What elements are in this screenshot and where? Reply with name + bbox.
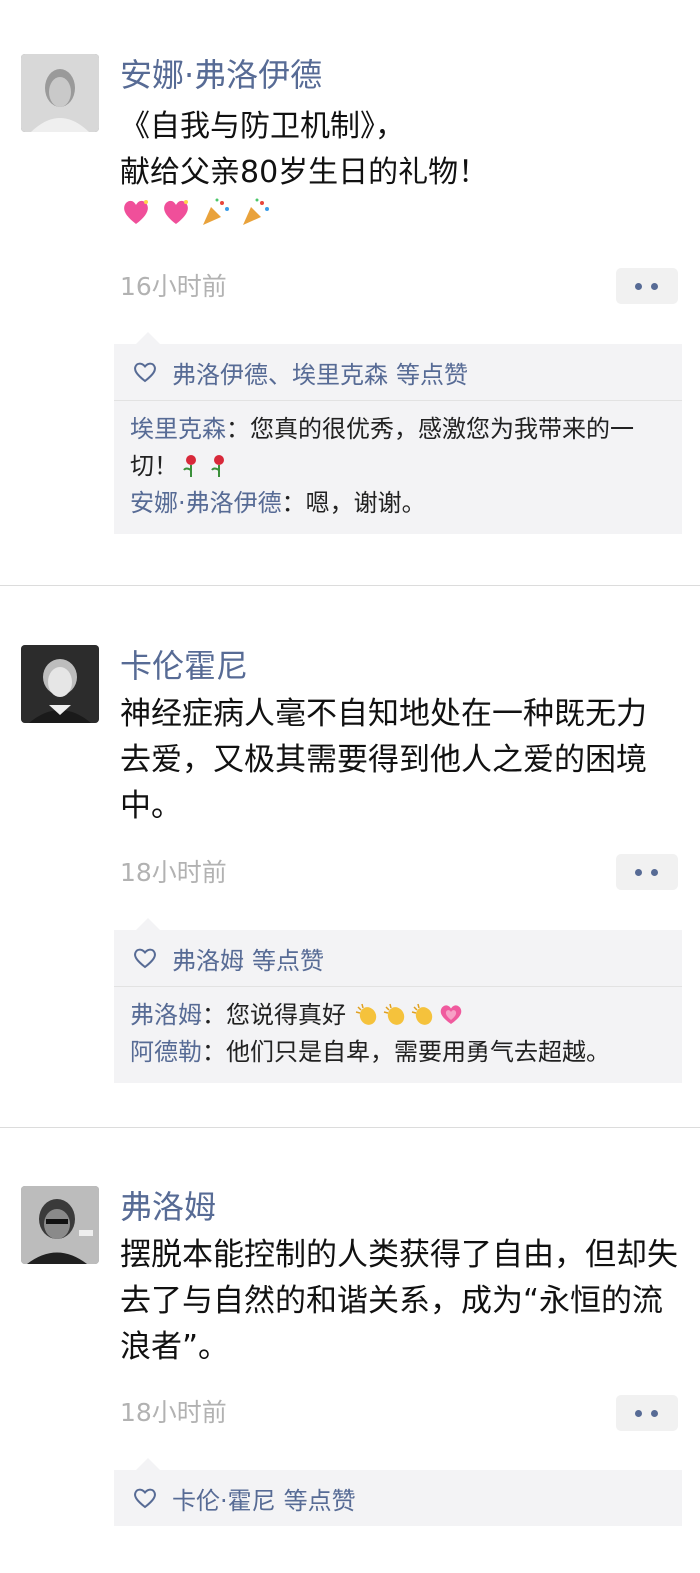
comment-text: 嗯，谢谢。 [305,489,426,517]
emoji-row [120,196,272,232]
heart-outline-icon [134,948,156,969]
more-dots-icon[interactable] [616,854,678,890]
sparkling-heart-icon [160,196,192,228]
comment-author[interactable]: 弗洛姆 [130,1001,202,1029]
author-name[interactable]: 安娜·弗洛伊德 [120,55,322,95]
clapping-hands-icon [354,1001,380,1027]
post-time: 18小时前 [120,858,227,887]
likes-names[interactable]: 弗洛姆 [172,941,244,976]
clapping-hands-icon [410,1001,436,1027]
avatar[interactable] [21,54,99,132]
post-divider [0,585,700,586]
comment-author[interactable]: 阿德勒 [130,1038,202,1066]
likes-row: 弗洛姆 等点赞 [114,930,682,986]
post-time: 18小时前 [120,1398,227,1427]
comment-separator: ： [226,415,250,443]
comment-author[interactable]: 安娜·弗洛伊德 [130,489,282,517]
post-text-line: 《自我与防卫机制》， [120,109,405,144]
comment-separator: ： [202,1038,226,1066]
likes-row: 弗洛伊德、埃里克森 等点赞 [114,344,682,400]
comment[interactable]: 阿德勒：他们只是自卑，需要用勇气去超越。 [130,1034,666,1071]
comment[interactable]: 弗洛姆：您说得真好 [130,997,666,1034]
avatar[interactable] [21,1186,99,1264]
interaction-panel: 弗洛姆 等点赞 弗洛姆：您说得真好 阿德勒：他们只是自卑，需要用勇气去超越。 [114,918,682,1083]
likes-row: 卡伦·霍尼 等点赞 [114,1470,682,1526]
post-time: 16小时前 [120,272,227,301]
author-name[interactable]: 卡伦霍尼 [120,646,248,686]
growing-heart-icon [438,1001,464,1027]
comment-list: 弗洛姆：您说得真好 阿德勒：他们只是自卑，需要用勇气去超越。 [114,987,682,1083]
comment-text: 他们只是自卑，需要用勇气去超越。 [226,1038,610,1066]
rose-icon [206,452,232,478]
more-dots-icon[interactable] [616,1395,678,1431]
likes-suffix: 等点赞 [396,360,468,389]
post-text: 神经症病人毫不自知地处在一种既无力去爱，又极其需要得到他人之爱的困境中。 [120,696,647,824]
post-text: 摆脱本能控制的人类获得了自由，但却失去了与自然的和谐关系，成为“永恒的流浪者”。 [120,1237,678,1365]
likes-names[interactable]: 弗洛伊德、埃里克森 [172,355,388,390]
heart-outline-icon [134,362,156,383]
post-text-line: 献给父亲80岁生日的礼物！ [120,155,489,190]
comment[interactable]: 埃里克森：您真的很优秀，感激您为我带来的一切！ [130,411,666,485]
more-dots-icon[interactable] [616,268,678,304]
comment-author[interactable]: 埃里克森 [130,415,226,443]
comment-separator: ： [281,489,306,517]
post-text: 《自我与防卫机制》， 献给父亲80岁生日的礼物！ [120,104,680,196]
comment[interactable]: 安娜·弗洛伊德：嗯，谢谢。 [130,485,666,522]
clapping-hands-icon [382,1001,408,1027]
author-name[interactable]: 弗洛姆 [120,1187,216,1227]
rose-icon [178,452,204,478]
party-popper-icon [240,196,272,228]
interaction-panel: 弗洛伊德、埃里克森 等点赞 埃里克森：您真的很优秀，感激您为我带来的一切！ 安娜… [114,332,682,534]
interaction-panel: 卡伦·霍尼 等点赞 [114,1458,682,1526]
comment-text: 您说得真好 [226,1001,346,1029]
sparkling-heart-icon [120,196,152,228]
party-popper-icon [200,196,232,228]
comment-separator: ： [202,1001,226,1029]
heart-outline-icon [134,1488,156,1509]
comment-list: 埃里克森：您真的很优秀，感激您为我带来的一切！ 安娜·弗洛伊德：嗯，谢谢。 [114,401,682,534]
likes-names[interactable]: 卡伦·霍尼 [172,1481,276,1516]
likes-suffix: 等点赞 [252,946,324,975]
post-divider [0,1127,700,1128]
avatar[interactable] [21,645,99,723]
likes-suffix: 等点赞 [283,1486,356,1515]
